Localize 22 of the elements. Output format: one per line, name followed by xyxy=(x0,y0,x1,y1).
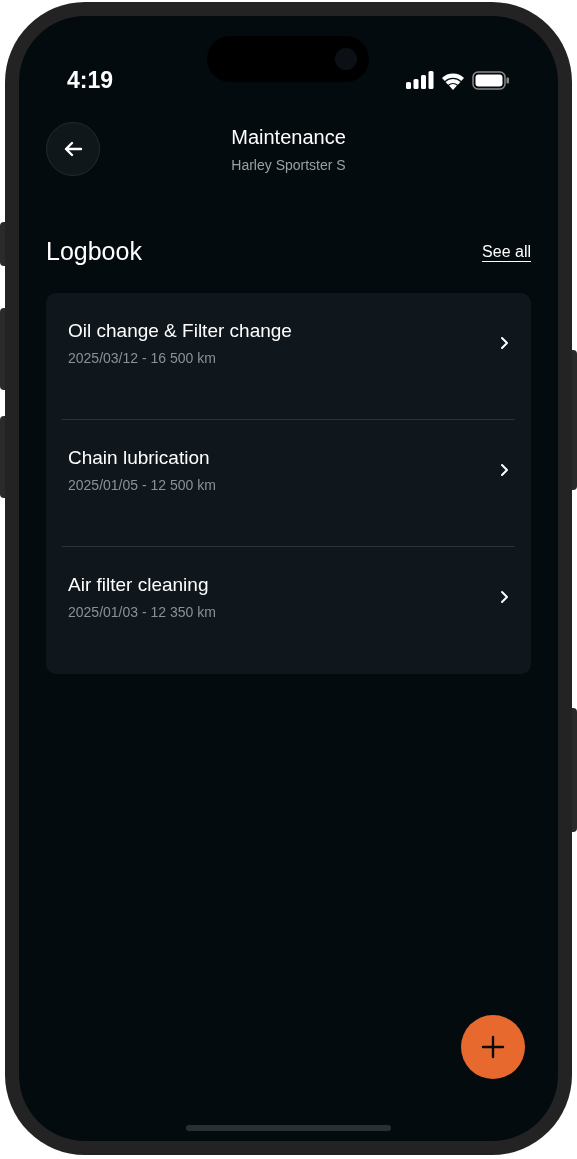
chevron-right-icon xyxy=(499,335,509,350)
entry-detail: 2025/01/03 - 12 350 km xyxy=(68,603,216,621)
logbook-entry[interactable]: Air filter cleaning 2025/01/03 - 12 350 km xyxy=(62,546,515,674)
section-title: Logbook xyxy=(46,236,142,267)
page-subtitle: Harley Sportster S xyxy=(231,156,346,175)
entry-detail: 2025/03/12 - 16 500 km xyxy=(68,348,217,367)
entry-detail: 2025/01/05 - 12 500 km xyxy=(68,475,216,494)
logbook-entry[interactable]: Chain lubrication 2025/01/05 - 12 500 km xyxy=(62,419,515,547)
chevron-right-icon xyxy=(499,590,509,604)
see-all-link[interactable]: See all xyxy=(482,239,531,264)
battery-icon xyxy=(472,70,510,90)
chevron-right-icon xyxy=(499,462,509,477)
entry-title: Chain lubrication xyxy=(68,445,211,470)
logbook-entry[interactable]: Oil change & Filter change 2025/03/12 - 16 500 km xyxy=(62,292,515,420)
page-title: Maintenance xyxy=(231,125,346,150)
back-button[interactable] xyxy=(46,122,100,176)
status-time: 4:19 xyxy=(67,65,114,95)
signal-icon xyxy=(406,71,434,89)
entry-title: Oil change & Filter change xyxy=(68,318,292,343)
plus-icon xyxy=(481,1035,505,1059)
entry-title: Air filter cleaning xyxy=(68,573,210,597)
back-arrow-icon xyxy=(63,141,83,157)
